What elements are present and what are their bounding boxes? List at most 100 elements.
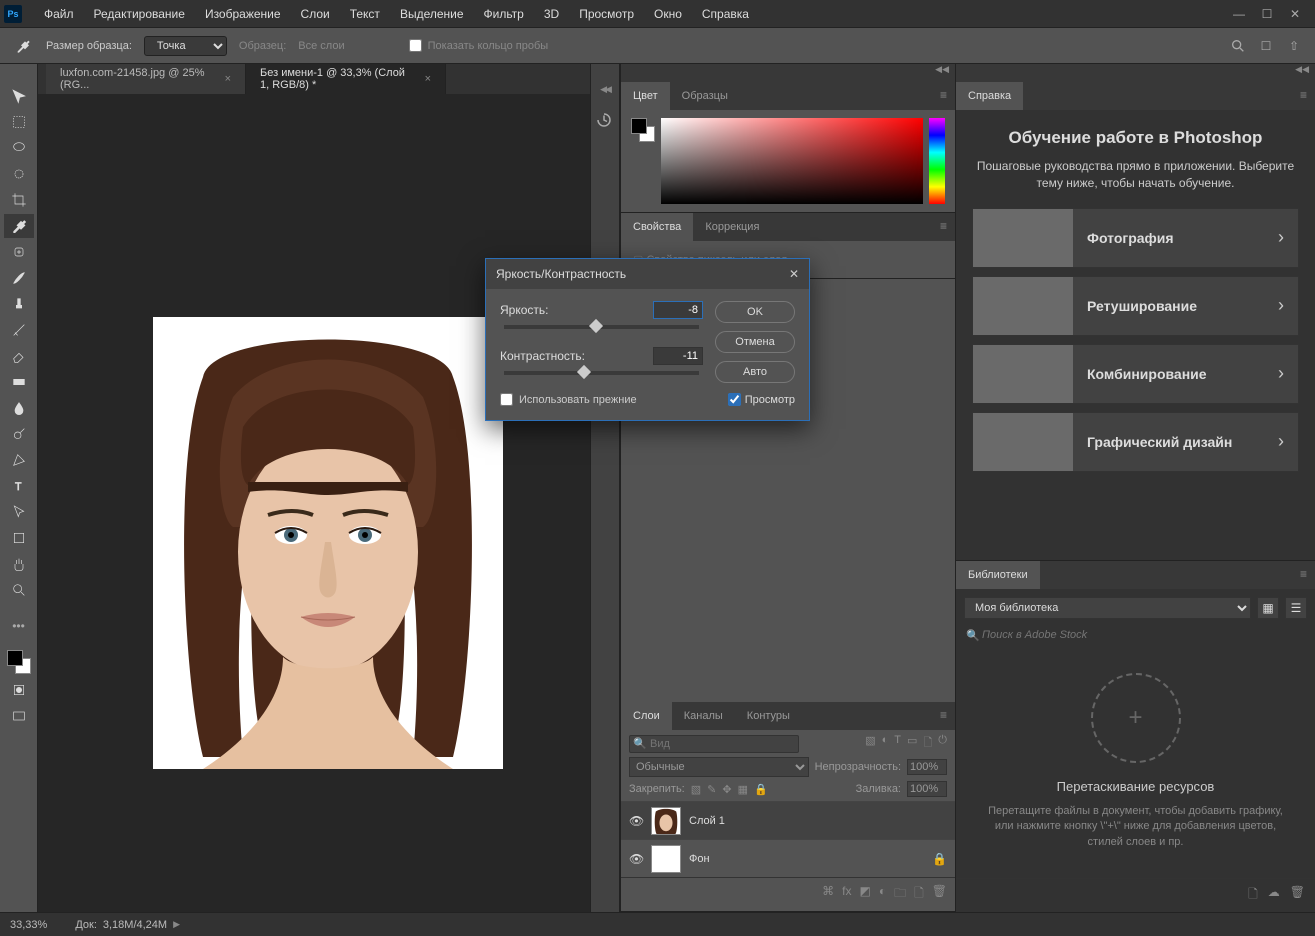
menu-select[interactable]: Выделение bbox=[390, 1, 474, 27]
color-field[interactable] bbox=[661, 118, 923, 204]
group-icon[interactable]: 🗀 bbox=[894, 884, 906, 905]
menu-image[interactable]: Изображение bbox=[195, 1, 291, 27]
trash-icon[interactable]: 🗑 bbox=[932, 884, 947, 905]
edit-toolbar-icon[interactable]: ••• bbox=[4, 614, 34, 638]
library-search-input[interactable] bbox=[964, 625, 1307, 645]
learn-item-compositing[interactable]: Комбинирование › bbox=[972, 344, 1299, 404]
menu-file[interactable]: Файл bbox=[34, 1, 84, 27]
zoom-tool[interactable] bbox=[4, 578, 34, 602]
zoom-level[interactable]: 33,33% bbox=[10, 919, 47, 931]
visibility-icon[interactable]: 👁 bbox=[629, 852, 643, 866]
tab-properties[interactable]: Свойства bbox=[621, 213, 693, 241]
window-maximize-icon[interactable]: ☐ bbox=[1259, 6, 1275, 22]
adjustment-layer-icon[interactable]: ◐ bbox=[879, 884, 886, 905]
lock-paint-icon[interactable]: ✎ bbox=[707, 783, 716, 796]
menu-text[interactable]: Текст bbox=[340, 1, 390, 27]
tab-swatches[interactable]: Образцы bbox=[670, 82, 740, 110]
filter-toggle-icon[interactable]: ⏻ bbox=[938, 734, 947, 753]
window-minimize-icon[interactable]: — bbox=[1231, 6, 1247, 22]
workspace-icon[interactable]: ☐ bbox=[1257, 37, 1275, 55]
opacity-input[interactable] bbox=[907, 759, 947, 775]
quick-select-tool[interactable] bbox=[4, 162, 34, 186]
share-icon[interactable]: ⇧ bbox=[1285, 37, 1303, 55]
library-select[interactable]: Моя библиотека bbox=[964, 597, 1251, 619]
collapse-panels-icon[interactable]: ◀◀ bbox=[956, 64, 1315, 82]
heal-tool[interactable] bbox=[4, 240, 34, 264]
panel-menu-icon[interactable]: ≡ bbox=[932, 213, 955, 241]
tab-layers[interactable]: Слои bbox=[621, 702, 672, 730]
chevron-right-icon[interactable]: ▶ bbox=[173, 919, 180, 930]
shape-tool[interactable] bbox=[4, 526, 34, 550]
crop-tool[interactable] bbox=[4, 188, 34, 212]
grid-view-icon[interactable]: ▦ bbox=[1257, 597, 1279, 619]
hue-slider[interactable] bbox=[929, 118, 945, 204]
filter-shape-icon[interactable]: ▭ bbox=[907, 734, 917, 753]
new-layer-icon[interactable]: 🗋 bbox=[914, 884, 924, 905]
cancel-button[interactable]: Отмена bbox=[715, 331, 795, 353]
lasso-tool[interactable] bbox=[4, 136, 34, 160]
lock-pixels-icon[interactable]: ▧ bbox=[691, 783, 701, 796]
close-icon[interactable]: ✕ bbox=[789, 267, 799, 281]
search-icon[interactable] bbox=[1229, 37, 1247, 55]
layer-item[interactable]: 👁 Слой 1 bbox=[621, 801, 955, 839]
close-icon[interactable]: × bbox=[425, 73, 431, 85]
layer-thumbnail[interactable] bbox=[651, 807, 681, 835]
trash-icon[interactable]: 🗑 bbox=[1290, 885, 1305, 906]
foreground-background-swatch[interactable] bbox=[5, 648, 33, 676]
ok-button[interactable]: OK bbox=[715, 301, 795, 323]
document-tab[interactable]: luxfon.com-21458.jpg @ 25% (RG... × bbox=[46, 64, 246, 94]
menu-3d[interactable]: 3D bbox=[534, 1, 569, 27]
brush-tool[interactable] bbox=[4, 266, 34, 290]
type-tool[interactable]: T bbox=[4, 474, 34, 498]
close-icon[interactable]: × bbox=[225, 73, 231, 85]
menu-layers[interactable]: Слои bbox=[291, 1, 340, 27]
menu-view[interactable]: Просмотр bbox=[569, 1, 644, 27]
fill-input[interactable] bbox=[907, 781, 947, 797]
link-layers-icon[interactable]: ⌘ bbox=[822, 884, 834, 905]
filter-smart-icon[interactable]: 🗋 bbox=[923, 734, 932, 753]
lock-artboard-icon[interactable]: ▦ bbox=[738, 783, 748, 796]
collapse-panels-icon[interactable]: ◀◀ bbox=[600, 84, 610, 95]
gradient-tool[interactable] bbox=[4, 370, 34, 394]
layer-mask-icon[interactable]: ◩ bbox=[860, 884, 871, 905]
document-tab[interactable]: Без имени-1 @ 33,3% (Слой 1, RGB/8) * × bbox=[246, 64, 446, 94]
menu-filter[interactable]: Фильтр bbox=[474, 1, 534, 27]
panel-menu-icon[interactable]: ≡ bbox=[932, 702, 955, 730]
pen-tool[interactable] bbox=[4, 448, 34, 472]
list-view-icon[interactable]: ☰ bbox=[1285, 597, 1307, 619]
menu-help[interactable]: Справка bbox=[692, 1, 759, 27]
brightness-input[interactable] bbox=[653, 301, 703, 319]
blur-tool[interactable] bbox=[4, 396, 34, 420]
path-select-tool[interactable] bbox=[4, 500, 34, 524]
layers-filter-input[interactable] bbox=[629, 735, 799, 753]
tab-paths[interactable]: Контуры bbox=[735, 702, 802, 730]
blend-mode-select[interactable]: Обычные bbox=[629, 757, 809, 777]
stamp-tool[interactable] bbox=[4, 292, 34, 316]
dialog-titlebar[interactable]: Яркость/Контрастность ✕ bbox=[486, 259, 809, 289]
screen-mode-icon[interactable] bbox=[4, 704, 34, 728]
panel-menu-icon[interactable]: ≡ bbox=[932, 82, 955, 110]
learn-item-photography[interactable]: Фотография › bbox=[972, 208, 1299, 268]
auto-button[interactable]: Авто bbox=[715, 361, 795, 383]
collapse-panels-icon[interactable]: ◀◀ bbox=[621, 64, 955, 82]
lock-all-icon[interactable]: 🔒 bbox=[754, 783, 768, 796]
menu-edit[interactable]: Редактирование bbox=[84, 1, 195, 27]
visibility-icon[interactable]: 👁 bbox=[629, 814, 643, 828]
layer-item[interactable]: 👁 Фон 🔒 bbox=[621, 839, 955, 877]
contrast-slider[interactable] bbox=[504, 371, 699, 375]
panel-menu-icon[interactable]: ≡ bbox=[1292, 561, 1315, 589]
quick-mask-icon[interactable] bbox=[4, 678, 34, 702]
panel-menu-icon[interactable]: ≡ bbox=[1292, 82, 1315, 110]
tab-channels[interactable]: Каналы bbox=[672, 702, 735, 730]
eyedropper-tool[interactable] bbox=[4, 214, 34, 238]
lock-move-icon[interactable]: ✥ bbox=[722, 783, 731, 796]
layer-thumbnail[interactable] bbox=[651, 845, 681, 873]
drop-zone-icon[interactable]: + bbox=[1091, 673, 1181, 763]
hand-tool[interactable] bbox=[4, 552, 34, 576]
show-ring-checkbox[interactable]: Показать кольцо пробы bbox=[409, 39, 549, 52]
tab-libraries[interactable]: Библиотеки bbox=[956, 561, 1040, 589]
brightness-slider[interactable] bbox=[504, 325, 699, 329]
sample-size-select[interactable]: Точка bbox=[144, 36, 227, 56]
menu-window[interactable]: Окно bbox=[644, 1, 692, 27]
eraser-tool[interactable] bbox=[4, 344, 34, 368]
